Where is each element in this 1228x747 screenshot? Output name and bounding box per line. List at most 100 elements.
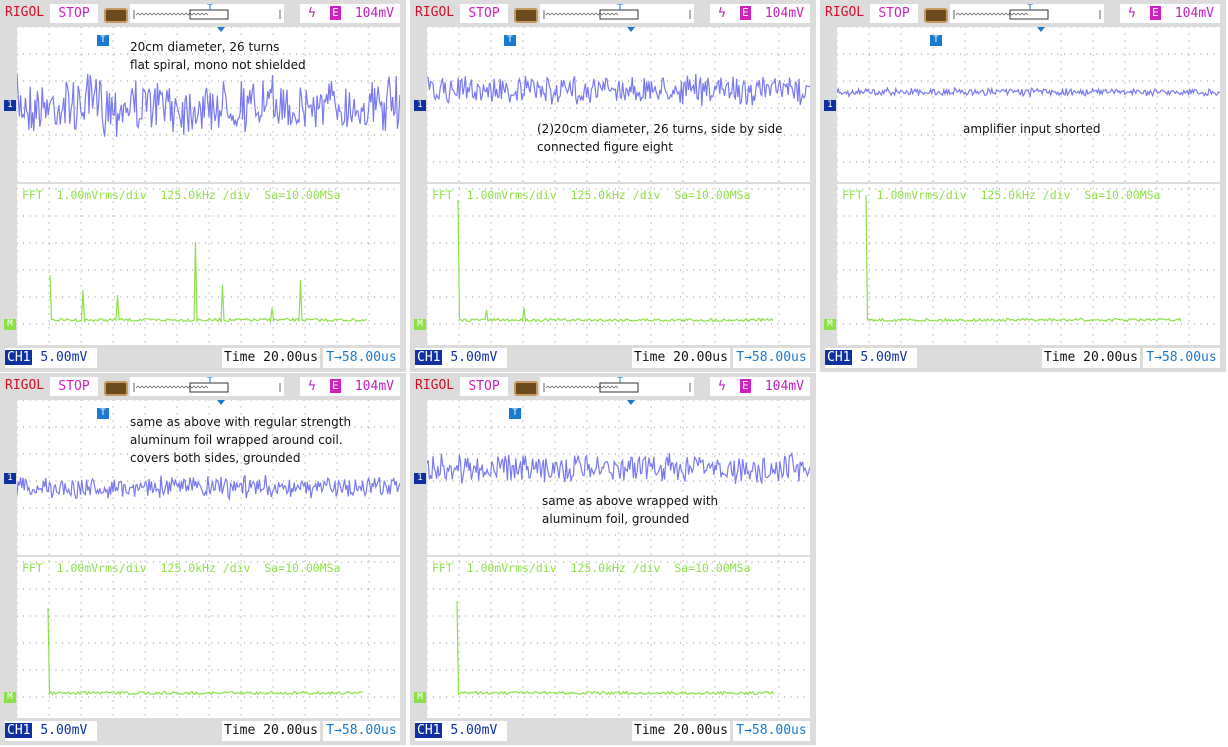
rising-edge-icon: ϟ	[718, 379, 726, 394]
channel1-marker: 1	[414, 473, 426, 484]
annotation-text: (2)20cm diameter, 26 turns, side by side…	[537, 122, 783, 154]
trigger-level: 104mV	[354, 6, 394, 21]
battery-icon	[104, 381, 128, 396]
annotation-text: same as above with regular strength alum…	[130, 415, 352, 465]
trigger-status: ϟ E 104mV	[300, 377, 400, 396]
run-state-badge: STOP	[460, 4, 508, 23]
trigger-level: 104mV	[1174, 6, 1214, 21]
waveform-display: T amplifier input shorted FFT 1.00mVrms/…	[837, 27, 1220, 345]
trigger-marker: T	[509, 408, 521, 419]
trigger-status: ϟ E 104mV	[300, 4, 400, 23]
fft-info: FFT 1.00mVrms/div 125.0kHz /div Sa=10.00…	[22, 561, 341, 575]
memory-position-bar	[130, 376, 284, 396]
channel1-marker: 1	[824, 100, 836, 111]
time-domain-trace	[837, 86, 1220, 99]
fft-marker: M	[414, 319, 426, 330]
waveform-display: T same as above wrapped with aluminum fo…	[427, 400, 810, 718]
annotation-text: 20cm diameter, 26 turns flat spiral, mon…	[130, 40, 306, 72]
brand-logo: RIGOL	[415, 5, 455, 20]
run-state-badge: STOP	[50, 4, 98, 23]
scope-panel: RIGOL STOP ϟ E 104mV 1 M T same as above w…	[0, 373, 406, 745]
trigger-status: ϟ E 104mV	[710, 4, 810, 23]
channel-scale: CH1 5.00mV	[825, 348, 917, 368]
rising-edge-icon: ϟ	[1128, 6, 1136, 21]
scope-panel: RIGOL STOP ϟ E 104mV 1 M T amplifier input…	[820, 0, 1226, 372]
trigger-source: E	[1150, 6, 1161, 20]
brand-logo: RIGOL	[415, 378, 455, 393]
trigger-position-marker	[627, 400, 635, 405]
run-state-badge: STOP	[870, 4, 918, 23]
trigger-source: E	[740, 6, 751, 20]
trigger-offset: T→58.00us	[323, 721, 400, 741]
scope-panel: RIGOL STOP ϟ E 104mV 1 M T 20cm diameter, …	[0, 0, 406, 446]
timebase: Time 20.00us	[632, 348, 730, 368]
brand-logo: RIGOL	[5, 378, 45, 393]
channel-scale: CH1 5.00mV	[415, 348, 507, 368]
fft-info: FFT 1.00mVrms/div 125.0kHz /div Sa=10.00…	[22, 188, 341, 202]
fft-marker: M	[414, 692, 426, 703]
time-domain-trace	[17, 73, 400, 137]
memory-position-bar	[540, 3, 694, 23]
timebase: Time 20.00us	[222, 348, 320, 368]
trigger-status: ϟ E 104mV	[710, 377, 810, 396]
trigger-position-marker	[217, 400, 225, 405]
timebase: Time 20.00us	[222, 721, 320, 741]
fft-info: FFT 1.00mVrms/div 125.0kHz /div Sa=10.00…	[842, 188, 1161, 202]
trigger-offset: T→58.00us	[1143, 348, 1220, 368]
trigger-offset: T→58.00us	[733, 348, 810, 368]
trigger-marker: T	[97, 408, 109, 419]
trigger-position-marker	[1037, 27, 1045, 32]
timebase: Time 20.00us	[632, 721, 730, 741]
annotation-text: amplifier input shorted	[963, 122, 1101, 136]
fft-marker: M	[4, 692, 16, 703]
fft-marker: M	[4, 319, 16, 330]
memory-position-bar	[540, 376, 694, 396]
trigger-level: 104mV	[354, 379, 394, 394]
battery-icon	[514, 8, 538, 23]
time-domain-trace	[17, 474, 400, 501]
waveform-display: T (2)20cm diameter, 26 turns, side by si…	[427, 27, 810, 345]
battery-icon	[104, 8, 128, 23]
waveform-display: T 20cm diameter, 26 turns flat spiral, m…	[17, 27, 400, 446]
fft-info: FFT 1.00mVrms/div 125.0kHz /div Sa=10.00…	[432, 561, 751, 575]
battery-icon	[924, 8, 948, 23]
battery-icon	[514, 381, 538, 396]
channel-scale: CH1 5.00mV	[5, 721, 97, 741]
memory-position-bar	[130, 3, 284, 23]
brand-logo: RIGOL	[825, 5, 865, 20]
trigger-level: 104mV	[764, 379, 804, 394]
trigger-source: E	[330, 379, 341, 393]
trigger-source: E	[740, 379, 751, 393]
trigger-marker: T	[930, 35, 942, 46]
waveform-display: T same as above with regular strength al…	[17, 400, 400, 718]
scope-panel: RIGOL STOP ϟ E 104mV 1 M T (2)20cm diamete…	[410, 0, 816, 372]
trigger-marker: T	[504, 35, 516, 46]
time-domain-trace	[427, 73, 810, 107]
fft-marker: M	[824, 319, 836, 330]
memory-position-bar	[950, 3, 1104, 23]
fft-info: FFT 1.00mVrms/div 125.0kHz /div Sa=10.00…	[432, 188, 751, 202]
run-state-badge: STOP	[460, 377, 508, 396]
rising-edge-icon: ϟ	[308, 6, 316, 21]
trigger-marker: T	[97, 35, 109, 46]
rising-edge-icon: ϟ	[718, 6, 726, 21]
trigger-position-marker	[217, 27, 225, 32]
channel-scale: CH1 5.00mV	[415, 721, 507, 741]
trigger-offset: T→58.00us	[323, 348, 400, 368]
timebase: Time 20.00us	[1042, 348, 1140, 368]
trigger-source: E	[330, 6, 341, 20]
channel-scale: CH1 5.00mV	[5, 348, 97, 368]
scope-panel: RIGOL STOP ϟ E 104mV 1 M T same as above w…	[410, 373, 816, 745]
trigger-position-marker	[627, 27, 635, 32]
trigger-offset: T→58.00us	[733, 721, 810, 741]
brand-logo: RIGOL	[5, 5, 45, 20]
rising-edge-icon: ϟ	[308, 379, 316, 394]
channel1-marker: 1	[4, 473, 16, 484]
trigger-level: 104mV	[764, 6, 804, 21]
channel1-marker: 1	[4, 100, 16, 111]
run-state-badge: STOP	[50, 377, 98, 396]
channel1-marker: 1	[414, 100, 426, 111]
annotation-text: same as above wrapped with aluminum foil…	[542, 494, 719, 526]
trigger-status: ϟ E 104mV	[1120, 4, 1220, 23]
time-domain-trace	[427, 451, 810, 484]
